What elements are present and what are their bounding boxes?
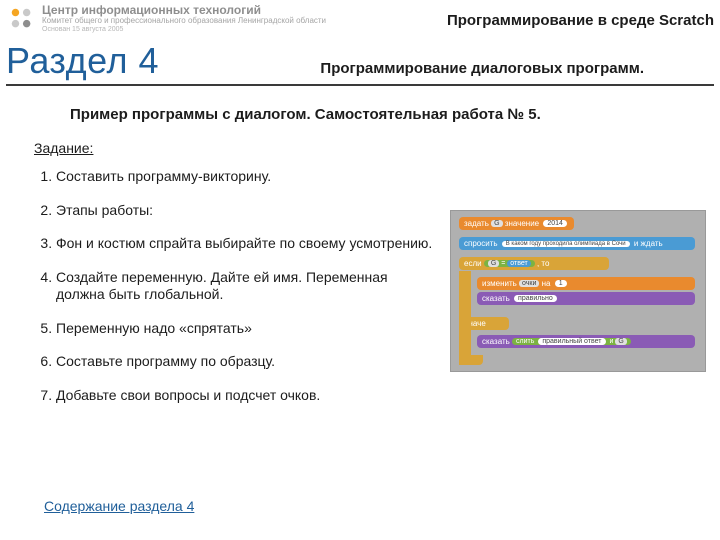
scratch-code-panel: задать G значение 2014 спросить В каком … [450,210,706,372]
brand-date: Основан 15 августа 2005 [42,26,326,34]
section-subtitle: Программирование диалоговых программ. [320,60,644,77]
brand-subtitle: Комитет общего и профессионального образ… [42,17,326,26]
task-label: Задание: [34,140,93,156]
block-ask: спросить В каком году проходила олимпиад… [459,237,695,250]
list-item: Фон и костюм спрайта выбирайте по своему… [56,235,434,253]
back-link[interactable]: Содержание раздела 4 [44,498,194,514]
section-number: Раздел 4 [6,40,159,82]
if-spine [459,271,471,365]
block-say: сказать правильно [477,292,695,305]
list-item: Составить программу-викторину. [56,168,434,186]
block-if: если G = ответ , то [459,257,609,270]
list-item: Переменную надо «спрятать» [56,320,434,338]
brand: Центр информационных технологий Комитет … [8,4,326,34]
block-say-join: сказать слить правильный ответ и G [477,335,695,348]
list-item: Добавьте свои вопросы и подсчет очков. [56,387,434,405]
logo-icon [8,5,36,33]
content-title: Пример программы с диалогом. Самостоятел… [70,106,541,123]
section-header: Раздел 4 Программирование диалоговых про… [6,40,714,86]
task-list: Составить программу-викторину. Этапы раб… [34,168,434,420]
block-change-var: изменить очки на 1 [477,277,695,290]
block-set-var: задать G значение 2014 [459,217,574,230]
list-item: Этапы работы: [56,202,434,220]
list-item: Составьте программу по образцу. [56,353,434,371]
list-item: Создайте переменную. Дайте ей имя. Перем… [56,269,434,304]
course-title: Программирование в среде Scratch [447,12,714,29]
